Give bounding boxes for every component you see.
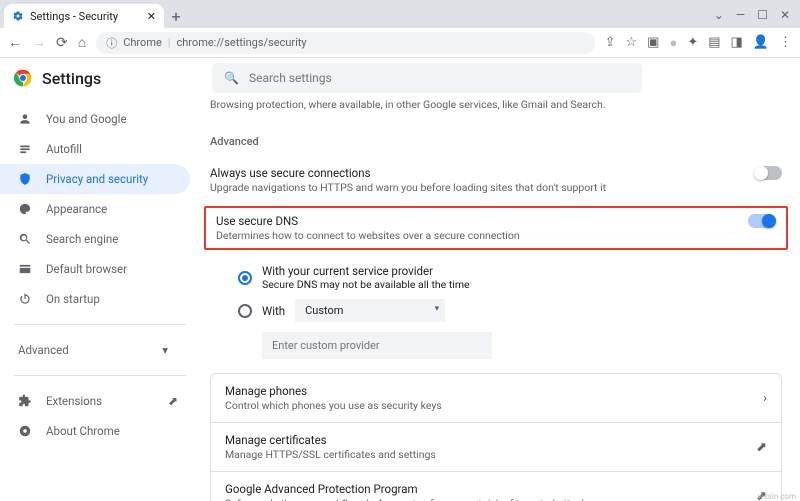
main-panel: Browsing protection, where available, in…	[200, 98, 800, 501]
setting-desc: Upgrade navigations to HTTPS and warn yo…	[210, 181, 754, 194]
chevron-down-icon: ▾	[162, 343, 168, 357]
chevron-down-icon[interactable]: ⌄	[714, 8, 724, 22]
browser-toolbar: ← → ⟳ ⌂ ⓘ Chrome | chrome://settings/sec…	[0, 28, 800, 58]
window-minimize-button[interactable]: ―	[736, 8, 745, 22]
back-button[interactable]: ←	[8, 34, 22, 51]
truncated-text: Browsing protection, where available, in…	[210, 98, 782, 121]
browser-tab[interactable]: Settings - Security ✕	[4, 4, 164, 28]
new-tab-button[interactable]: +	[164, 4, 188, 28]
reading-list-icon[interactable]: ▤	[708, 35, 720, 50]
manage-certificates-row[interactable]: Manage certificates Manage HTTPS/SSL cer…	[211, 422, 781, 471]
dns-provider-dropdown[interactable]: Custom	[295, 299, 445, 322]
extensions-icon[interactable]: ✦	[687, 35, 698, 50]
dns-option-current-provider[interactable]: With your current service provider Secur…	[238, 260, 782, 295]
gear-icon	[12, 10, 24, 22]
setting-title: Use secure DNS	[216, 214, 748, 228]
sidebar-item-default-browser[interactable]: Default browser	[0, 254, 190, 284]
highlighted-region: Use secure DNS Determines how to connect…	[204, 206, 788, 250]
tab-close-icon[interactable]: ✕	[147, 10, 156, 23]
chevron-right-icon: ›	[763, 391, 767, 406]
search-icon	[18, 232, 32, 246]
sidebar: You and Google Autofill Privacy and secu…	[0, 98, 200, 501]
setting-desc: Determines how to connect to websites ov…	[216, 229, 748, 242]
page-title: Settings	[42, 69, 212, 88]
address-host: Chrome	[123, 36, 162, 49]
divider	[14, 375, 186, 376]
profile-avatar[interactable]: 👤	[753, 35, 769, 50]
autofill-icon	[18, 142, 32, 156]
share-icon[interactable]: ⇪	[605, 35, 616, 50]
power-icon	[18, 292, 32, 306]
advanced-section-label: Advanced	[210, 121, 782, 158]
home-button[interactable]: ⌂	[78, 34, 86, 51]
sidebar-item-search-engine[interactable]: Search engine	[0, 224, 190, 254]
chrome-icon	[18, 424, 32, 438]
secure-dns-toggle[interactable]	[748, 214, 776, 228]
sidebar-item-extensions[interactable]: Extensions ⬈	[0, 386, 190, 416]
window-titlebar: Settings - Security ✕ + ⌄ ― ☐ ✕	[0, 0, 800, 28]
sidebar-advanced-toggle[interactable]: Advanced ▾	[0, 335, 200, 365]
forward-button[interactable]: →	[32, 34, 46, 51]
always-secure-setting: Always use secure connections Upgrade na…	[210, 158, 782, 202]
manage-phones-row[interactable]: Manage phones Control which phones you u…	[211, 374, 781, 422]
setting-title: Always use secure connections	[210, 166, 754, 180]
sidebar-item-appearance[interactable]: Appearance	[0, 194, 190, 224]
site-info-icon[interactable]: ⓘ	[106, 35, 117, 51]
extension-circle-icon[interactable]: ●	[669, 35, 677, 51]
divider	[14, 324, 186, 325]
search-icon: 🔍	[224, 71, 239, 85]
secure-dns-options: With your current service provider Secur…	[210, 260, 782, 359]
window-close-button[interactable]: ✕	[780, 8, 790, 22]
extension-box-icon[interactable]: ▣	[647, 35, 659, 50]
sidebar-item-on-startup[interactable]: On startup	[0, 284, 190, 314]
address-path: chrome://settings/security	[176, 36, 306, 49]
advanced-protection-row[interactable]: Google Advanced Protection Program Safeg…	[211, 471, 781, 501]
settings-search[interactable]: 🔍	[212, 63, 642, 93]
puzzle-icon	[18, 394, 32, 408]
radio-button[interactable]	[238, 271, 252, 285]
settings-header: Settings 🔍	[0, 58, 800, 98]
reload-button[interactable]: ⟳	[56, 35, 68, 51]
browser-icon	[18, 262, 32, 276]
sidebar-item-you-and-google[interactable]: You and Google	[0, 104, 190, 134]
manage-links-card: Manage phones Control which phones you u…	[210, 373, 782, 501]
palette-icon	[18, 202, 32, 216]
bookmark-icon[interactable]: ☆	[626, 35, 638, 50]
sidebar-item-privacy-security[interactable]: Privacy and security	[0, 164, 190, 194]
always-secure-toggle[interactable]	[754, 166, 782, 180]
address-bar[interactable]: ⓘ Chrome | chrome://settings/security	[96, 32, 594, 54]
shield-icon	[18, 172, 32, 186]
search-input[interactable]	[249, 71, 630, 85]
custom-provider-input[interactable]	[262, 332, 492, 359]
watermark: wssin com	[758, 492, 796, 501]
person-icon	[18, 112, 32, 126]
radio-button[interactable]	[238, 304, 252, 318]
secure-dns-setting: Use secure DNS Determines how to connect…	[216, 214, 776, 242]
chrome-logo-icon	[14, 69, 32, 87]
dns-option-with[interactable]: With Custom	[238, 295, 782, 326]
menu-button[interactable]: ⋮	[779, 35, 792, 50]
toolbar-actions: ⇪ ☆ ▣ ● ✦ ▤ ◨ 👤 ⋮	[605, 35, 792, 51]
external-link-icon: ⬈	[168, 394, 178, 408]
tab-title: Settings - Security	[30, 10, 118, 23]
sidebar-item-autofill[interactable]: Autofill	[0, 134, 190, 164]
external-link-icon: ⬈	[756, 440, 767, 455]
window-maximize-button[interactable]: ☐	[757, 8, 768, 22]
side-panel-icon[interactable]: ◨	[731, 35, 743, 50]
sidebar-item-about-chrome[interactable]: About Chrome	[0, 416, 190, 446]
